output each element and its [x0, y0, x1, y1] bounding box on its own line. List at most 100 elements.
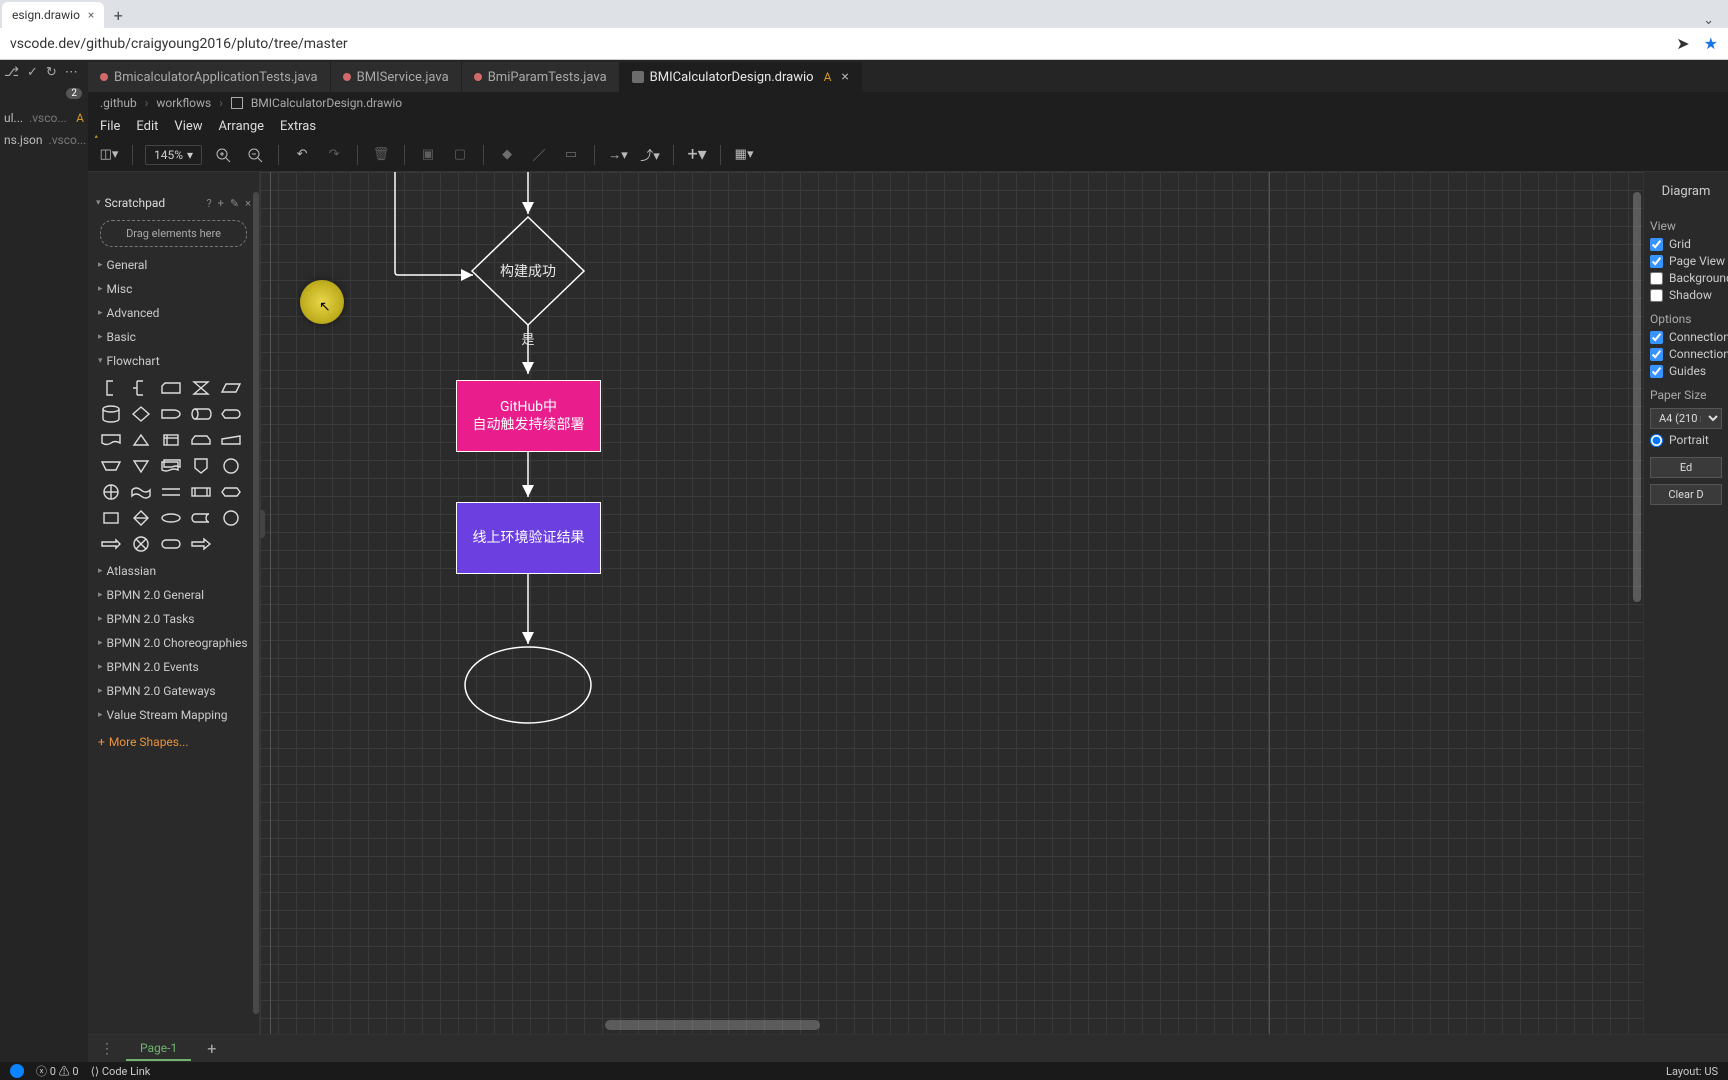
page-menu-icon[interactable]: ⋮ — [94, 1041, 120, 1057]
editor-tab-active[interactable]: BMICalculatorDesign.drawio A × — [620, 62, 862, 92]
redo-icon[interactable]: ↷ — [323, 144, 345, 166]
category-general[interactable]: General — [88, 253, 259, 277]
shape-terminator2[interactable] — [158, 533, 184, 555]
shape-start[interactable] — [158, 507, 184, 529]
shape-sum-junction[interactable] — [128, 533, 154, 555]
category-bpmn-events[interactable]: BPMN 2.0 Events — [88, 655, 259, 679]
breadcrumb-seg[interactable]: workflows — [156, 96, 211, 110]
shadow-icon[interactable]: ▭ — [560, 144, 582, 166]
shape-sort[interactable] — [128, 507, 154, 529]
breadcrumb-seg[interactable]: BMICalculatorDesign.drawio — [251, 96, 402, 110]
background-checkbox[interactable]: Background — [1650, 271, 1722, 285]
shape-or[interactable] — [98, 481, 124, 503]
shapes-scrollbar[interactable] — [253, 192, 259, 1014]
shape-merge[interactable] — [128, 455, 154, 477]
category-basic[interactable]: Basic — [88, 325, 259, 349]
close-icon[interactable]: × — [88, 8, 94, 22]
menu-arrange[interactable]: Arrange — [219, 119, 264, 134]
scratchpad-dropzone[interactable]: Drag elements here — [100, 220, 247, 247]
shape-offpage[interactable] — [188, 455, 214, 477]
bookmark-star-icon[interactable]: ★ — [1704, 34, 1718, 53]
undo-icon[interactable]: ↶ — [291, 144, 313, 166]
shape-loop-limit[interactable] — [188, 429, 214, 451]
category-flowchart[interactable]: Flowchart — [88, 349, 259, 373]
source-control-icon[interactable]: ⎇ — [4, 65, 19, 80]
add-icon[interactable]: + — [218, 197, 224, 210]
shape-collate[interactable] — [188, 377, 214, 399]
shape-internal-storage[interactable] — [158, 429, 184, 451]
conn-points-checkbox[interactable]: Connection P — [1650, 347, 1722, 361]
shape-paper-tape[interactable] — [128, 481, 154, 503]
decision-node[interactable]: 构建成功 — [472, 252, 584, 292]
shape-preparation[interactable] — [218, 481, 244, 503]
send-icon[interactable]: ➤ — [1676, 34, 1689, 53]
check-icon[interactable]: ✓ — [27, 65, 38, 80]
shape-data[interactable] — [218, 377, 244, 399]
shape-manual-input[interactable] — [218, 429, 244, 451]
help-icon[interactable]: ? — [206, 197, 211, 210]
shape-annotation[interactable] — [98, 377, 124, 399]
menu-file[interactable]: File — [100, 119, 120, 134]
category-vsm[interactable]: Value Stream Mapping — [88, 703, 259, 727]
new-tab-button[interactable]: + — [104, 2, 132, 28]
shape-direct-data[interactable] — [188, 403, 214, 425]
remote-indicator-icon[interactable] — [10, 1064, 24, 1078]
menu-view[interactable]: View — [174, 119, 202, 134]
editor-tab[interactable]: BmiParamTests.java — [462, 62, 620, 92]
canvas-v-scrollbar[interactable] — [1633, 192, 1641, 602]
shape-database[interactable] — [98, 403, 124, 425]
edge-label[interactable]: 是 — [518, 332, 538, 350]
edit-button[interactable]: Ed — [1650, 457, 1722, 478]
url-text[interactable]: vscode.dev/github/craigyoung2016/pluto/t… — [10, 36, 1676, 52]
conn-arrows-checkbox[interactable]: Connection A — [1650, 330, 1722, 344]
page-tab-1[interactable]: Page-1 — [126, 1037, 191, 1061]
clear-button[interactable]: Clear D — [1650, 484, 1722, 505]
menu-edit[interactable]: Edit — [136, 119, 158, 134]
breadcrumb[interactable]: .github› workflows› BMICalculatorDesign.… — [88, 92, 1728, 114]
category-bpmn-choreo[interactable]: BPMN 2.0 Choreographies — [88, 631, 259, 655]
waypoint-icon[interactable]: ⤴▾ — [639, 144, 661, 166]
to-front-icon[interactable]: ▣ — [417, 144, 439, 166]
problems-button[interactable]: ⓧ 0 ⚠ 0 — [36, 1063, 79, 1079]
shape-stored-data[interactable] — [188, 507, 214, 529]
menu-extras[interactable]: Extras — [280, 119, 316, 134]
shape-annotation2[interactable] — [128, 377, 154, 399]
shape-parallel[interactable] — [158, 481, 184, 503]
category-bpmn-general[interactable]: BPMN 2.0 General — [88, 583, 259, 607]
table-icon[interactable]: ▦▾ — [733, 144, 755, 166]
code-link-button[interactable]: ⟨⟩ Code Link — [91, 1065, 151, 1078]
close-icon[interactable]: × — [245, 197, 251, 210]
fill-icon[interactable]: ◆ — [496, 144, 518, 166]
shape-predefined[interactable] — [188, 481, 214, 503]
more-shapes-button[interactable]: +More Shapes... — [88, 727, 259, 757]
insert-icon[interactable]: +▾ — [686, 144, 708, 166]
category-advanced[interactable]: Advanced — [88, 301, 259, 325]
refresh-icon[interactable]: ↻ — [46, 65, 57, 80]
zoom-dropdown[interactable]: 145%▾ — [145, 145, 202, 165]
changed-file[interactable]: ul... .vsco... A — [0, 109, 88, 127]
side-panel-icon[interactable]: ◫▾ — [98, 144, 120, 166]
category-atlassian[interactable]: Atlassian — [88, 559, 259, 583]
paper-size-select[interactable]: A4 (210 mm x 2 — [1650, 408, 1722, 429]
grid-checkbox[interactable]: Grid — [1650, 237, 1722, 251]
delete-icon[interactable]: 🗑 — [370, 144, 392, 166]
category-bpmn-tasks[interactable]: BPMN 2.0 Tasks — [88, 607, 259, 631]
shape-display[interactable] — [218, 403, 244, 425]
shape-decision[interactable] — [128, 403, 154, 425]
line-color-icon[interactable]: ／ — [528, 144, 550, 166]
zoom-in-icon[interactable] — [212, 144, 234, 166]
drawio-canvas[interactable]: 构建成功 是 GitHub中自动触发持续部署 线上环境验证结果 — [260, 172, 1643, 1034]
browser-tab[interactable]: esign.drawio × — [2, 2, 104, 28]
shape-transfer[interactable] — [98, 533, 124, 555]
editor-tab[interactable]: BMIService.java — [331, 62, 462, 92]
more-icon[interactable]: ⋯ — [65, 65, 78, 80]
shape-extract[interactable] — [128, 429, 154, 451]
category-bpmn-gateways[interactable]: BPMN 2.0 Gateways — [88, 679, 259, 703]
shape-document[interactable] — [98, 429, 124, 451]
shape-card[interactable] — [158, 377, 184, 399]
changed-file[interactable]: ns.json .vsco... A — [0, 131, 88, 149]
shape-arrow[interactable] — [188, 533, 214, 555]
pageview-checkbox[interactable]: Page View — [1650, 254, 1722, 268]
shape-multi-doc[interactable] — [158, 455, 184, 477]
process-node-2[interactable]: 线上环境验证结果 — [456, 502, 601, 574]
